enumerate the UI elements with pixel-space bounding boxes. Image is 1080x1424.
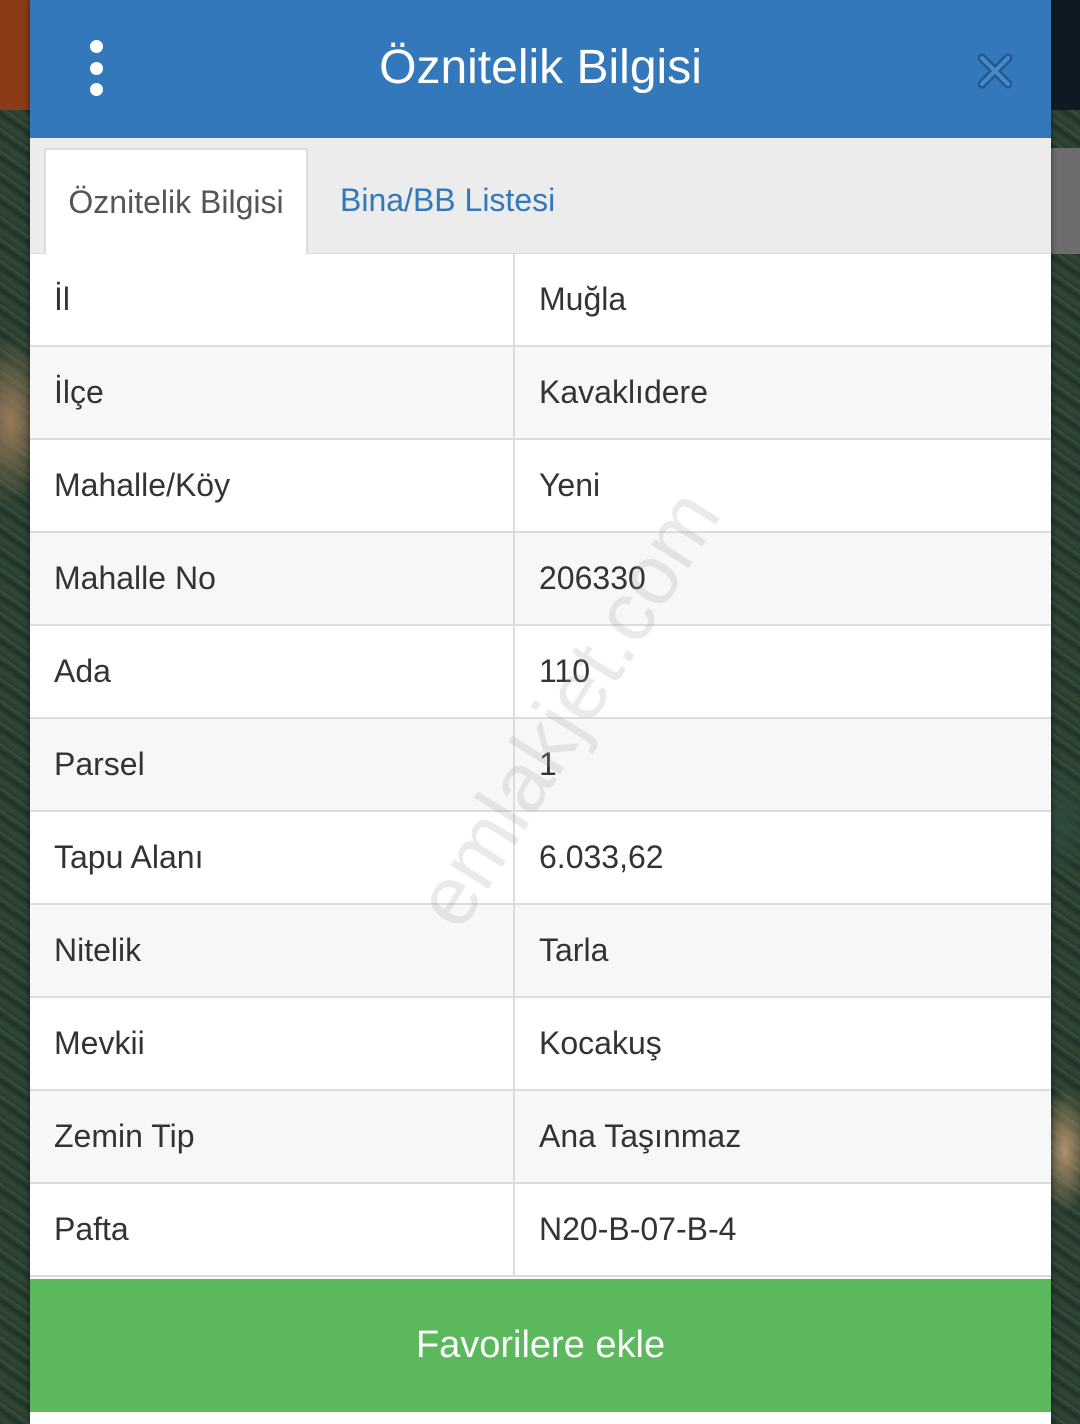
table-row: Mahalle/Köy Yeni [30,440,1051,533]
row-key: Nitelik [30,905,515,996]
tab-building-list[interactable]: Bina/BB Listesi [316,148,579,253]
row-key: Mahalle No [30,533,515,624]
row-key: Pafta [30,1184,515,1275]
tab-attribute-info[interactable]: Öznitelik Bilgisi [44,148,308,255]
table-row: İl Muğla [30,254,1051,347]
row-value: Ana Taşınmaz [539,1118,742,1154]
dialog-header: Öznitelik Bilgisi [30,0,1051,138]
attribute-info-dialog: Öznitelik Bilgisi Öznitelik Bilgisi Bina… [30,0,1051,1424]
map-side-control[interactable] [1050,148,1080,254]
table-row: Nitelik Tarla [30,905,1051,998]
row-key: Tapu Alanı [30,812,515,903]
table-row: Mevkii Kocakuş [30,998,1051,1091]
row-value: 6.033,62 [539,839,664,875]
attribute-table: İl Muğla İlçe Kavaklıdere Mahalle/Köy Ye… [30,254,1051,1277]
close-icon[interactable] [976,52,1014,90]
table-row: Parsel 1 [30,719,1051,812]
row-value: Muğla [539,281,627,317]
table-row: Zemin Tip Ana Taşınmaz [30,1091,1051,1184]
row-value: Yeni [539,467,601,503]
row-value: 1 [539,746,557,782]
row-value: Kocakuş [539,1025,662,1061]
row-value: Kavaklıdere [539,374,708,410]
row-key: Ada [30,626,515,717]
row-key: İlçe [30,347,515,438]
table-row: Tapu Alanı 6.033,62 [30,812,1051,905]
row-value: 206330 [539,560,646,596]
row-key: Zemin Tip [30,1091,515,1182]
row-key: Mahalle/Köy [30,440,515,531]
row-value: Tarla [539,932,609,968]
table-row: Pafta N20-B-07-B-4 [30,1184,1051,1277]
row-key: Parsel [30,719,515,810]
table-row: Mahalle No 206330 [30,533,1051,626]
table-row: Ada 110 [30,626,1051,719]
row-key: Mevkii [30,998,515,1089]
add-to-favorites-button[interactable]: Favorilere ekle [30,1279,1051,1412]
row-value: N20-B-07-B-4 [539,1211,737,1247]
row-value: 110 [539,653,591,689]
table-row: İlçe Kavaklıdere [30,347,1051,440]
row-key: İl [30,254,515,345]
map-edge-right [1050,0,1080,110]
map-edge-left [0,0,30,110]
tab-bar: Öznitelik Bilgisi Bina/BB Listesi [30,138,1051,255]
dialog-title: Öznitelik Bilgisi [379,41,702,94]
